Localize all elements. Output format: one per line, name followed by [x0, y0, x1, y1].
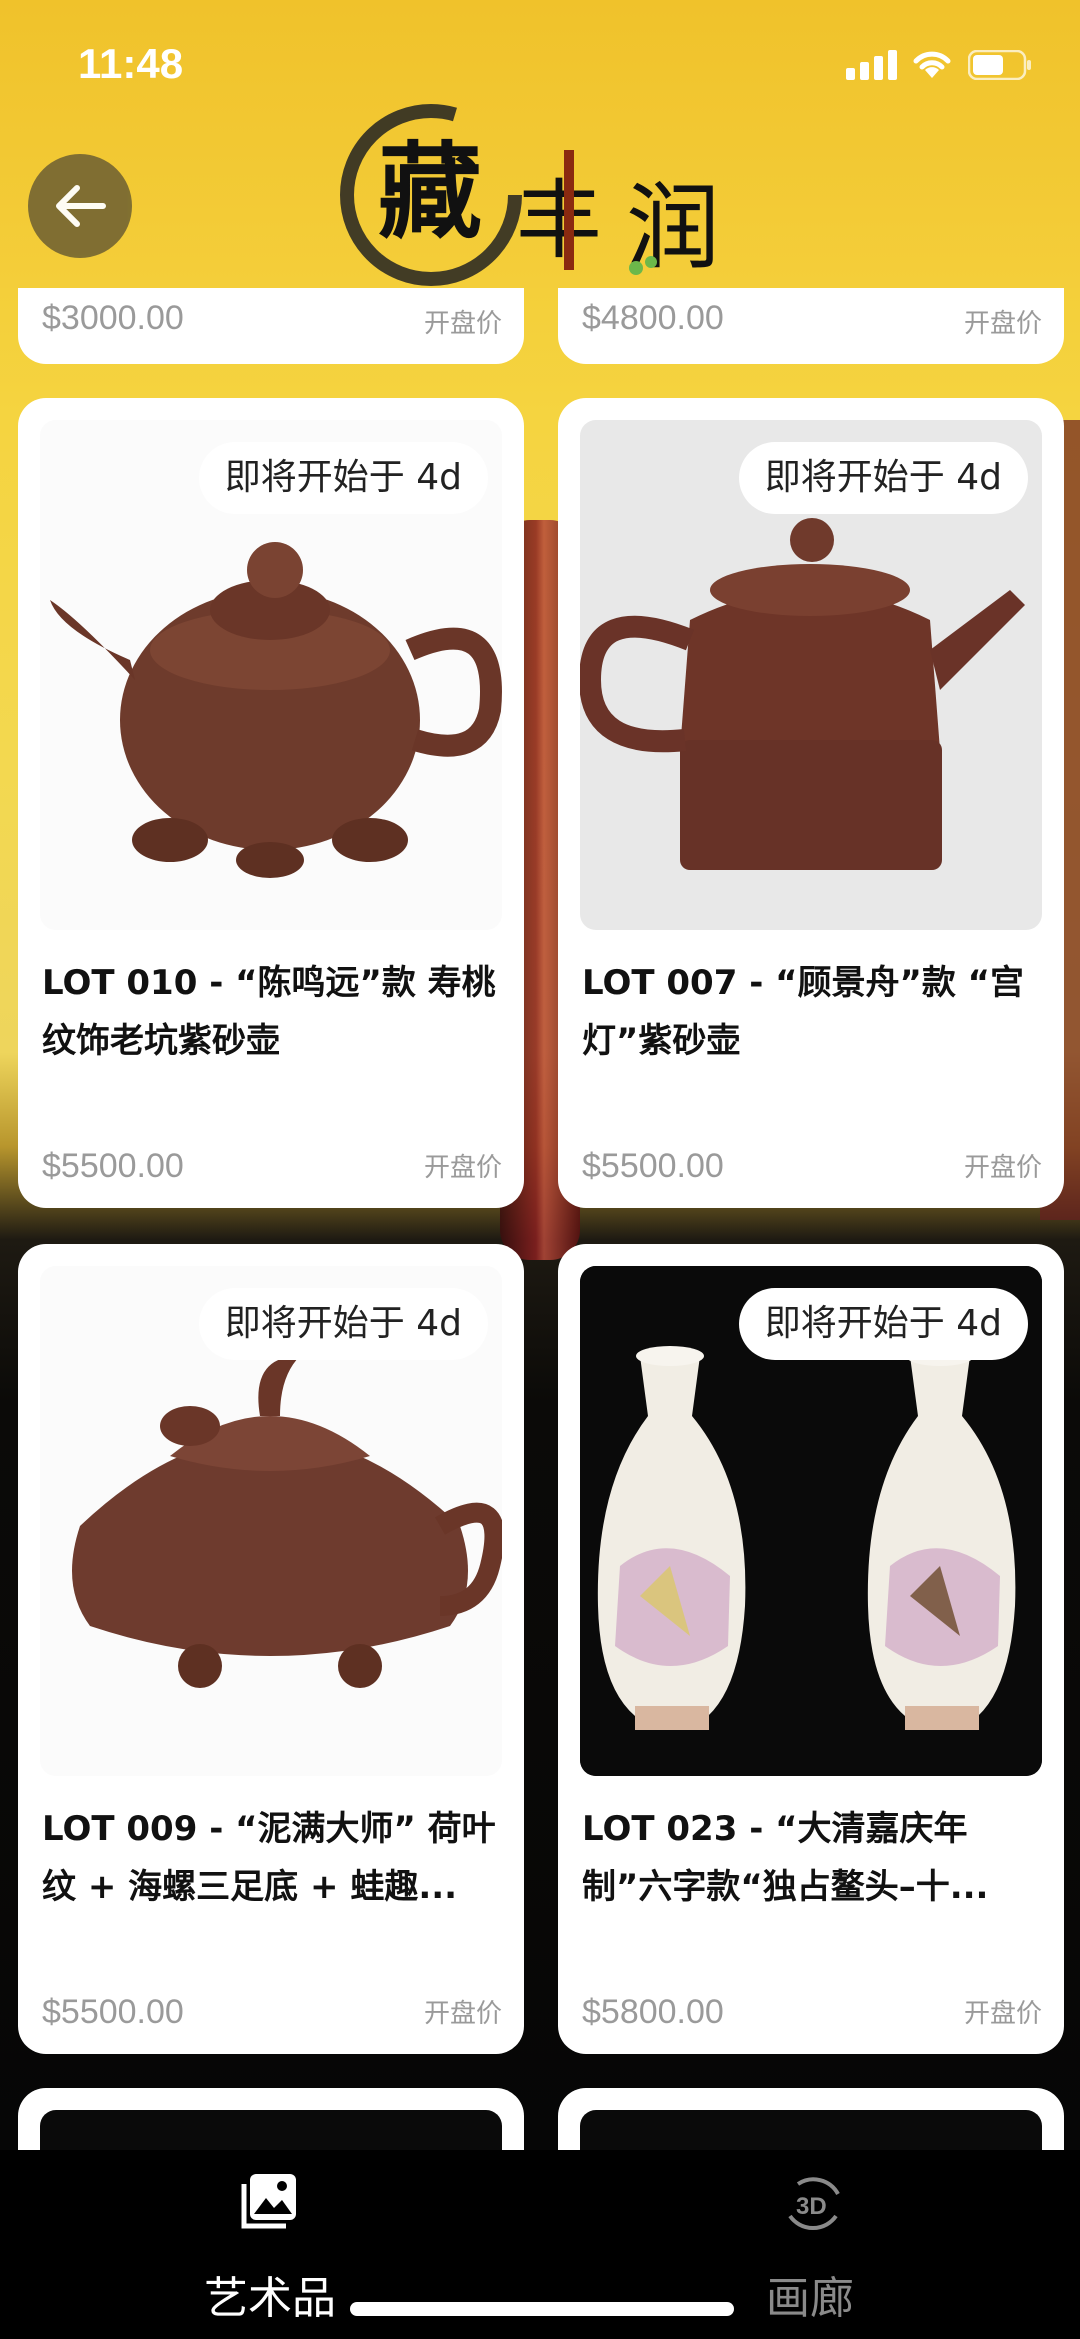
card-price: $5500.00 — [42, 1147, 184, 1185]
3d-rotate-icon: 3D — [788, 2177, 840, 2230]
card-title: LOT 010 - “陈鸣远”款 寿桃 纹饰老坑紫砂壶 — [42, 954, 502, 1070]
card-price: $5800.00 — [582, 1993, 724, 2031]
card-title: LOT 007 - “顾景舟”款 “宫 灯”紫砂壶 — [582, 954, 1042, 1070]
brand-logo: 藏 丰 润 — [340, 104, 720, 286]
product-card[interactable]: 即将开始于 4d LOT 009 - “泥满大师” 荷叶 纹 + 海螺三足底 +… — [18, 1244, 524, 2054]
card-price-label: 开盘价 — [963, 1999, 1042, 2029]
card-title-line: LOT 010 - “陈鸣远”款 寿桃 — [42, 963, 496, 1003]
card-title-line: 纹饰老坑紫砂壶 — [42, 1021, 280, 1061]
card-title-line: LOT 007 - “顾景舟”款 “宫 — [582, 963, 1025, 1003]
card-title-line: 制”六字款“独占鳌头–十... — [582, 1867, 989, 1907]
product-card[interactable]: 即将开始于 4d LOT 007 - “顾景舟”款 “宫 灯”紫砂壶 $5500… — [558, 398, 1064, 1208]
card-price-label: 开盘价 — [423, 1999, 502, 2029]
card-title-line: LOT 009 - “泥满大师” 荷叶 — [42, 1809, 496, 1849]
card-price-label: 开盘价 — [963, 309, 1042, 339]
arrow-left-icon — [56, 185, 106, 227]
card-title: LOT 009 - “泥满大师” 荷叶 纹 + 海螺三足底 + 蛙趣... — [42, 1800, 502, 1916]
wifi-icon — [913, 51, 951, 78]
card-price: $5500.00 — [582, 1147, 724, 1185]
signal-icon — [846, 50, 898, 80]
svg-text:丰: 丰 — [516, 171, 602, 271]
card-title-line: 灯”紫砂壶 — [582, 1021, 741, 1061]
auction-start-badge: 即将开始于 4d — [198, 442, 488, 514]
card-price-label: 开盘价 — [423, 309, 502, 339]
back-button[interactable] — [28, 154, 132, 258]
svg-text:藏: 藏 — [378, 130, 482, 253]
tab-artworks[interactable]: 艺术品 — [120, 2170, 420, 2324]
image-gallery-icon — [241, 2174, 296, 2229]
card-price-label: 开盘价 — [423, 1153, 502, 1183]
app-header: 藏 丰 润 — [0, 100, 1080, 290]
card-title: LOT 023 - “大清嘉庆年 制”六字款“独占鳌头–十... — [582, 1800, 1042, 1916]
card-price: $3000.00 — [42, 299, 184, 337]
app-screen: 11:48 $3000.00 开盘价 $4800.00 开盘价 藏 丰 润 即将… — [0, 0, 1080, 2339]
tab-label: 画廊 — [766, 2273, 854, 2324]
card-title-line: 纹 + 海螺三足底 + 蛙趣... — [42, 1867, 458, 1907]
battery-icon — [968, 50, 1031, 80]
product-card[interactable]: 即将开始于 4d LOT 010 - “陈鸣远”款 寿桃 纹饰老坑紫砂壶 $55… — [18, 398, 524, 1208]
card-price: $4800.00 — [582, 299, 724, 337]
card-price: $5500.00 — [42, 1993, 184, 2031]
home-indicator — [350, 2302, 734, 2316]
tab-gallery[interactable]: 3D 画廊 — [660, 2170, 960, 2324]
3d-icon-text: 3D — [796, 2193, 827, 2220]
auction-start-badge: 即将开始于 4d — [738, 1288, 1028, 1360]
card-price-label: 开盘价 — [963, 1153, 1042, 1183]
card-title-line: LOT 023 - “大清嘉庆年 — [582, 1809, 968, 1849]
auction-start-badge: 即将开始于 4d — [198, 1288, 488, 1360]
product-card[interactable]: 即将开始于 4d LOT 023 - “大清嘉庆年 制”六字款“独占鳌头–十..… — [558, 1244, 1064, 2054]
status-time: 11:48 — [78, 40, 184, 87]
auction-start-badge: 即将开始于 4d — [738, 442, 1028, 514]
tab-label: 艺术品 — [204, 2273, 336, 2324]
